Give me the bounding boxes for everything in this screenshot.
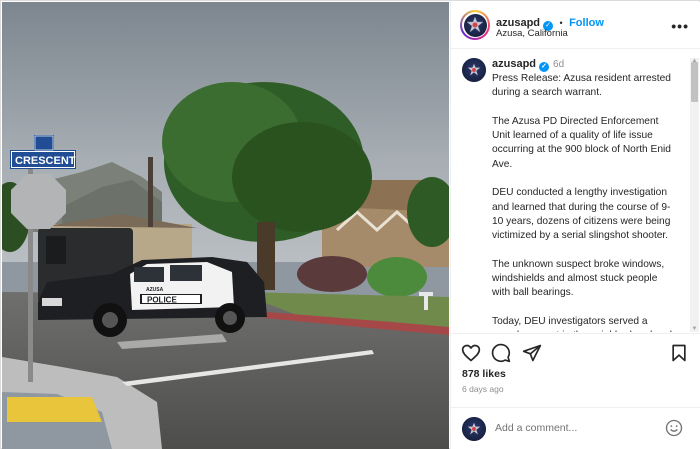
comment-bar (451, 407, 700, 449)
likes-count[interactable]: 878 likes (462, 368, 506, 380)
profile-avatar[interactable] (460, 10, 490, 40)
police-badge-icon (462, 417, 486, 441)
header-separator: • (559, 18, 563, 28)
post-photo[interactable]: POLICE AZUSA CRESCENT (2, 2, 449, 449)
caption-time[interactable]: 6d (553, 59, 564, 70)
more-options-button[interactable]: ••• (671, 18, 689, 34)
caption-username-row: azusapd ✓ 6d (492, 58, 564, 72)
post-date[interactable]: 6 days ago (462, 384, 504, 394)
street-sign-text: CRESCENT (15, 155, 76, 167)
comment-bubble-icon[interactable] (491, 343, 513, 365)
comment-input[interactable] (495, 422, 655, 434)
police-scene-illustration: POLICE AZUSA CRESCENT (2, 2, 449, 449)
emoji-smiley-icon[interactable] (665, 419, 687, 441)
police-decal-text: POLICE (147, 296, 177, 305)
city-decal-text: AZUSA (146, 287, 164, 293)
caption-scrollbar[interactable]: ▲ ▼ (690, 58, 699, 332)
post-frame: POLICE AZUSA CRESCENT azusapd ✓ • Follow… (0, 0, 700, 449)
caption-area: azusapd ✓ 6d Press Release: Azusa resident… (451, 50, 700, 332)
post-header: azusapd ✓ • Follow Azusa, California ••• (451, 2, 700, 49)
caption-username[interactable]: azusapd (492, 58, 536, 70)
caption-avatar[interactable] (462, 58, 486, 82)
post-location[interactable]: Azusa, California (496, 28, 568, 39)
like-heart-icon[interactable] (461, 343, 483, 365)
post-details-panel: azusapd ✓ • Follow Azusa, California ••• … (450, 2, 700, 449)
verified-badge-icon: ✓ (539, 62, 550, 72)
police-badge-icon (463, 13, 487, 37)
police-badge-icon (462, 58, 486, 82)
caption-text: Press Release: Azusa resident arrested d… (492, 73, 672, 332)
scroll-thumb[interactable] (691, 62, 698, 102)
scroll-down-arrow-icon[interactable]: ▼ (690, 326, 699, 332)
share-send-icon[interactable] (522, 343, 544, 365)
save-bookmark-icon[interactable] (669, 343, 691, 365)
follow-button[interactable]: Follow (569, 17, 604, 29)
commenter-avatar (462, 417, 486, 441)
